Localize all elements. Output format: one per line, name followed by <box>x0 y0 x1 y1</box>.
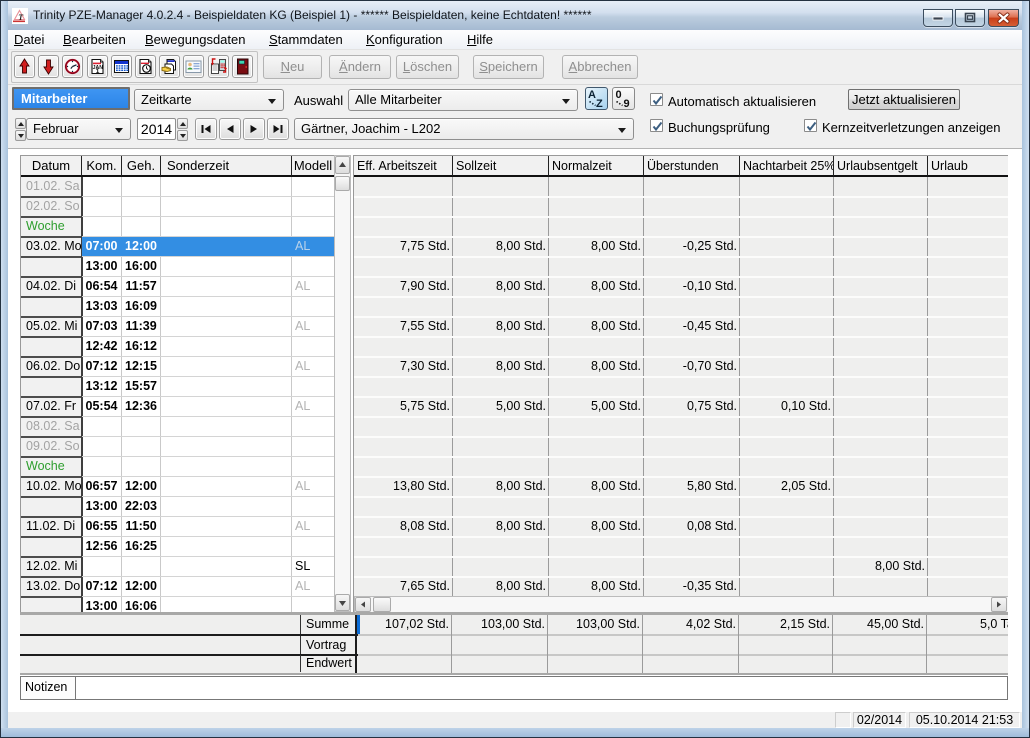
svg-text:9: 9 <box>624 98 630 108</box>
svg-text:Z: Z <box>596 98 603 108</box>
svg-text:A: A <box>588 89 596 101</box>
svg-text:0: 0 <box>616 89 622 101</box>
svg-text:1: 1 <box>96 68 100 75</box>
